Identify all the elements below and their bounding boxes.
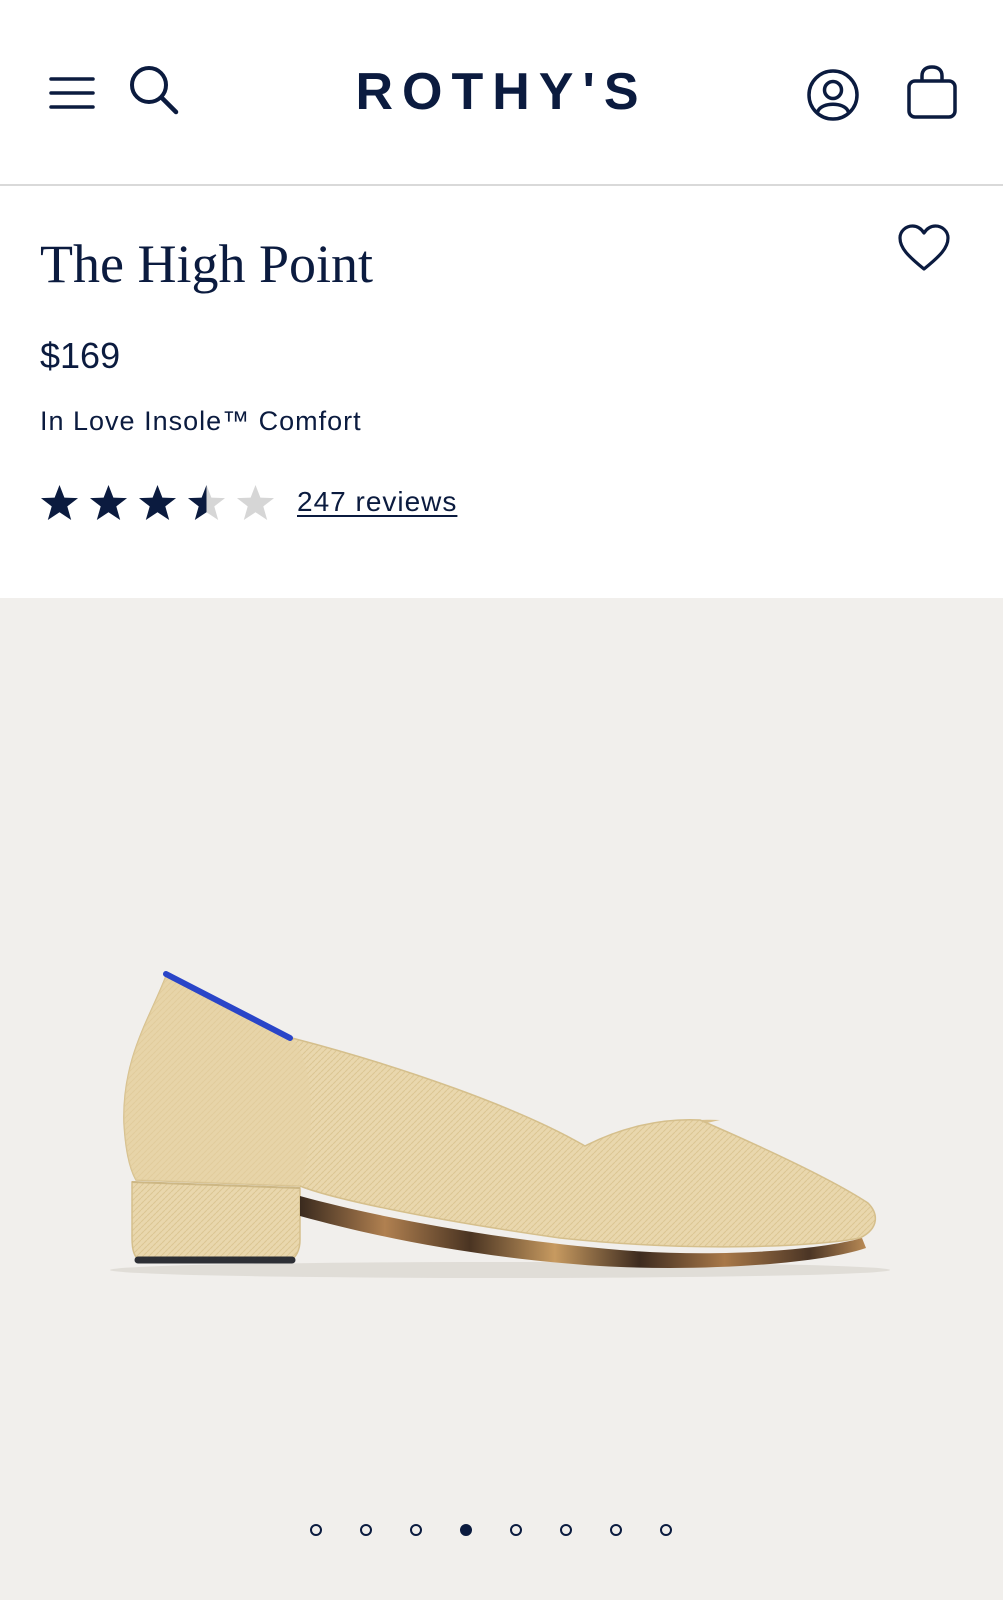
account-button[interactable] bbox=[804, 66, 862, 124]
shopping-bag-button[interactable] bbox=[904, 62, 960, 122]
star-rating bbox=[40, 483, 275, 522]
shoe-product-image bbox=[110, 971, 890, 1278]
search-button[interactable] bbox=[124, 60, 184, 120]
star-full-icon bbox=[89, 484, 128, 520]
gallery-dot[interactable] bbox=[310, 1524, 322, 1536]
gallery-dot-active[interactable] bbox=[460, 1524, 472, 1536]
rating-row: 247 reviews bbox=[40, 482, 457, 522]
product-title: The High Point bbox=[40, 234, 373, 294]
star-empty-icon bbox=[236, 484, 275, 520]
reviews-link[interactable]: 247 reviews bbox=[297, 485, 457, 519]
product-feature: In Love Insole™ Comfort bbox=[40, 406, 362, 436]
gallery-dot[interactable] bbox=[410, 1524, 422, 1536]
brand-logo[interactable]: ROTHY'S bbox=[300, 62, 703, 122]
gallery-dot[interactable] bbox=[610, 1524, 622, 1536]
product-price: $169 bbox=[40, 335, 121, 376]
bag-icon bbox=[907, 65, 957, 119]
gallery-dot[interactable] bbox=[360, 1524, 372, 1536]
star-half-icon bbox=[187, 484, 226, 520]
gallery-dot[interactable] bbox=[560, 1524, 572, 1536]
star-full-icon bbox=[138, 484, 177, 520]
menu-button[interactable] bbox=[42, 66, 100, 116]
gallery-dot[interactable] bbox=[510, 1524, 522, 1536]
site-header: ROTHY'S bbox=[0, 0, 1003, 186]
search-icon bbox=[130, 66, 179, 115]
gallery-pagination bbox=[310, 1524, 672, 1536]
product-image-gallery[interactable] bbox=[0, 598, 1003, 1600]
account-icon bbox=[807, 69, 859, 121]
menu-icon bbox=[49, 77, 95, 109]
gallery-dot[interactable] bbox=[660, 1524, 672, 1536]
favorite-button[interactable] bbox=[896, 222, 952, 274]
heart-icon bbox=[898, 224, 950, 271]
star-full-icon bbox=[40, 484, 79, 520]
product-info: The High Point $169 In Love Insole™ Comf… bbox=[0, 186, 1003, 598]
